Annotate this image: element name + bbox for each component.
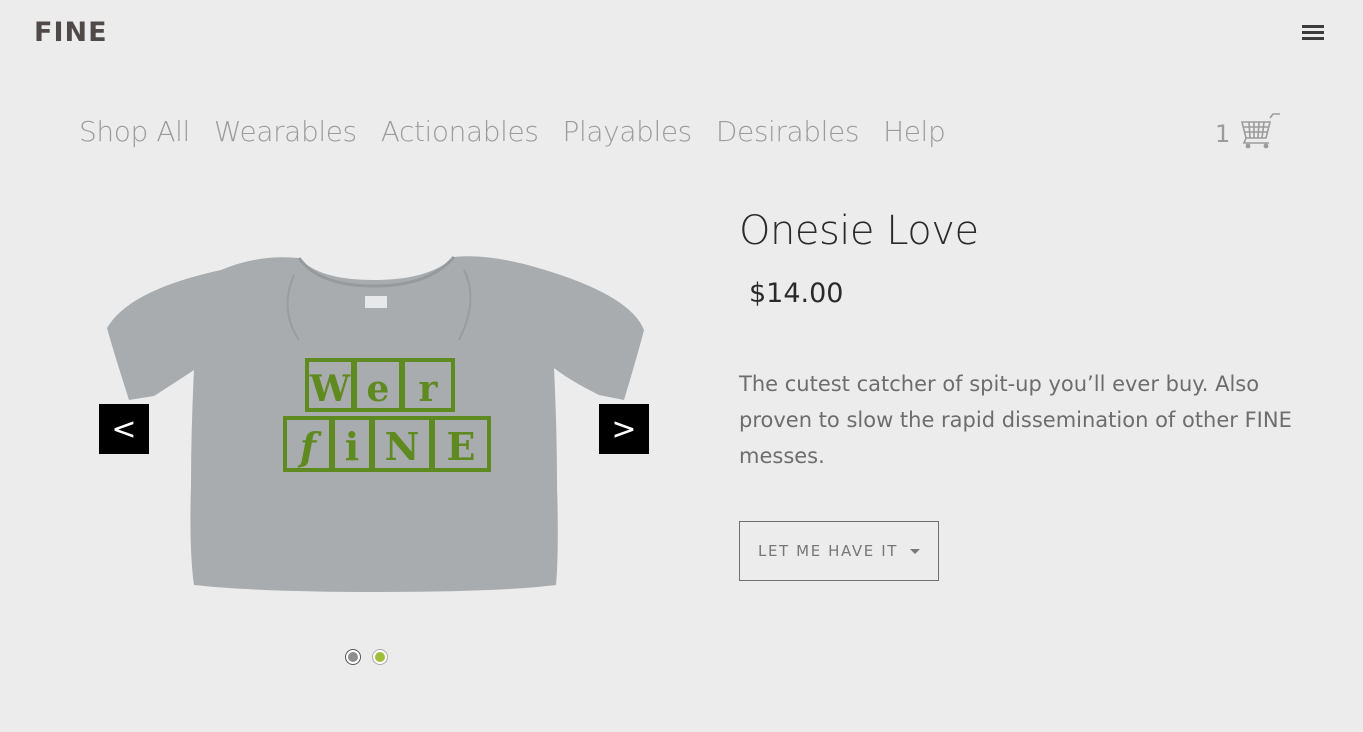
buy-dropdown-button[interactable]: LET ME HAVE IT (739, 521, 939, 581)
nav-item-shop-all[interactable]: Shop All (79, 115, 190, 148)
nav-item-desirables[interactable]: Desirables (716, 115, 860, 148)
caret-down-icon (910, 548, 921, 554)
product-description: The cutest catcher of spit-up you’ll eve… (739, 372, 1292, 468)
buy-button-label: LET ME HAVE IT (757, 542, 899, 560)
block-letter: W (309, 368, 351, 410)
cart-icon (1241, 113, 1281, 149)
block-letter: r (419, 368, 439, 410)
carousel-prev-button[interactable]: < (99, 404, 149, 454)
carousel-dot-1[interactable] (346, 650, 360, 664)
nav-item-playables[interactable]: Playables (563, 115, 693, 148)
cart-count: 1 (1215, 120, 1231, 148)
site-logo[interactable]: FINE (34, 17, 108, 48)
block-letter: N (385, 424, 420, 469)
product-price: $14.00 (749, 278, 844, 309)
block-letter: e (367, 368, 390, 410)
nav-item-wearables[interactable]: Wearables (214, 115, 357, 148)
block-letter: i (345, 424, 359, 469)
nav-item-help[interactable]: Help (883, 115, 946, 148)
hamburger-icon[interactable] (1302, 25, 1324, 42)
page: FINE Shop All Wearables Actionables Play… (0, 0, 1363, 732)
block-letter: E (447, 424, 476, 469)
carousel-dot-2[interactable] (373, 650, 387, 664)
nav-item-actionables[interactable]: Actionables (381, 115, 539, 148)
product-title: Onesie Love (739, 208, 979, 254)
carousel-next-button[interactable]: > (599, 404, 649, 454)
product-image: W e r f i N E (107, 256, 644, 592)
cart-link[interactable]: 1 (1215, 112, 1282, 150)
product-carousel: W e r f i N E < > (99, 230, 649, 650)
carousel-dots (346, 650, 400, 664)
main-nav: Shop All Wearables Actionables Playables… (79, 115, 969, 148)
